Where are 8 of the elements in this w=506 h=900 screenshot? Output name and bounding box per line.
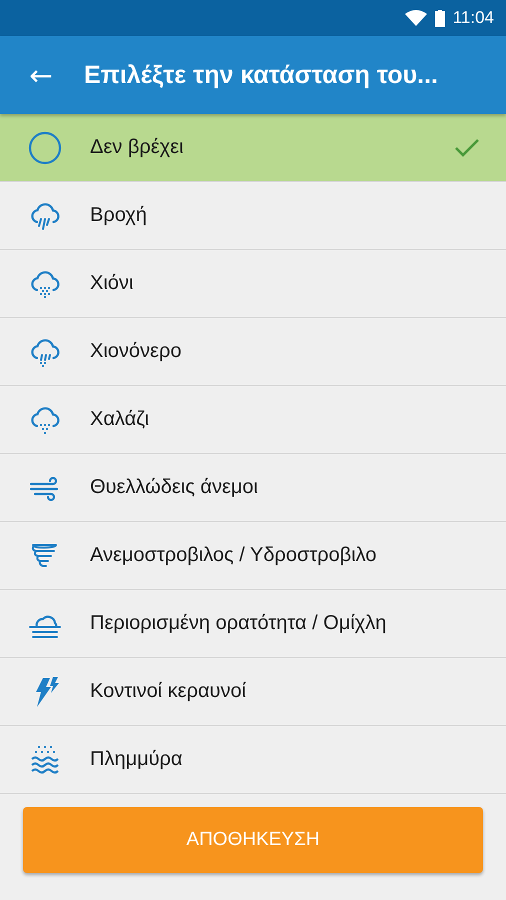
list-item[interactable]: Δεν βρέχει (0, 114, 506, 182)
circle-icon (27, 130, 63, 166)
wifi-icon (404, 10, 427, 26)
battery-icon (434, 10, 445, 26)
clock-time: 11:04 (452, 8, 494, 28)
screen-title: Επιλέξτε την κατάσταση του... (84, 60, 438, 90)
checkmark-icon (454, 138, 480, 158)
back-button[interactable]: ← (26, 58, 56, 92)
